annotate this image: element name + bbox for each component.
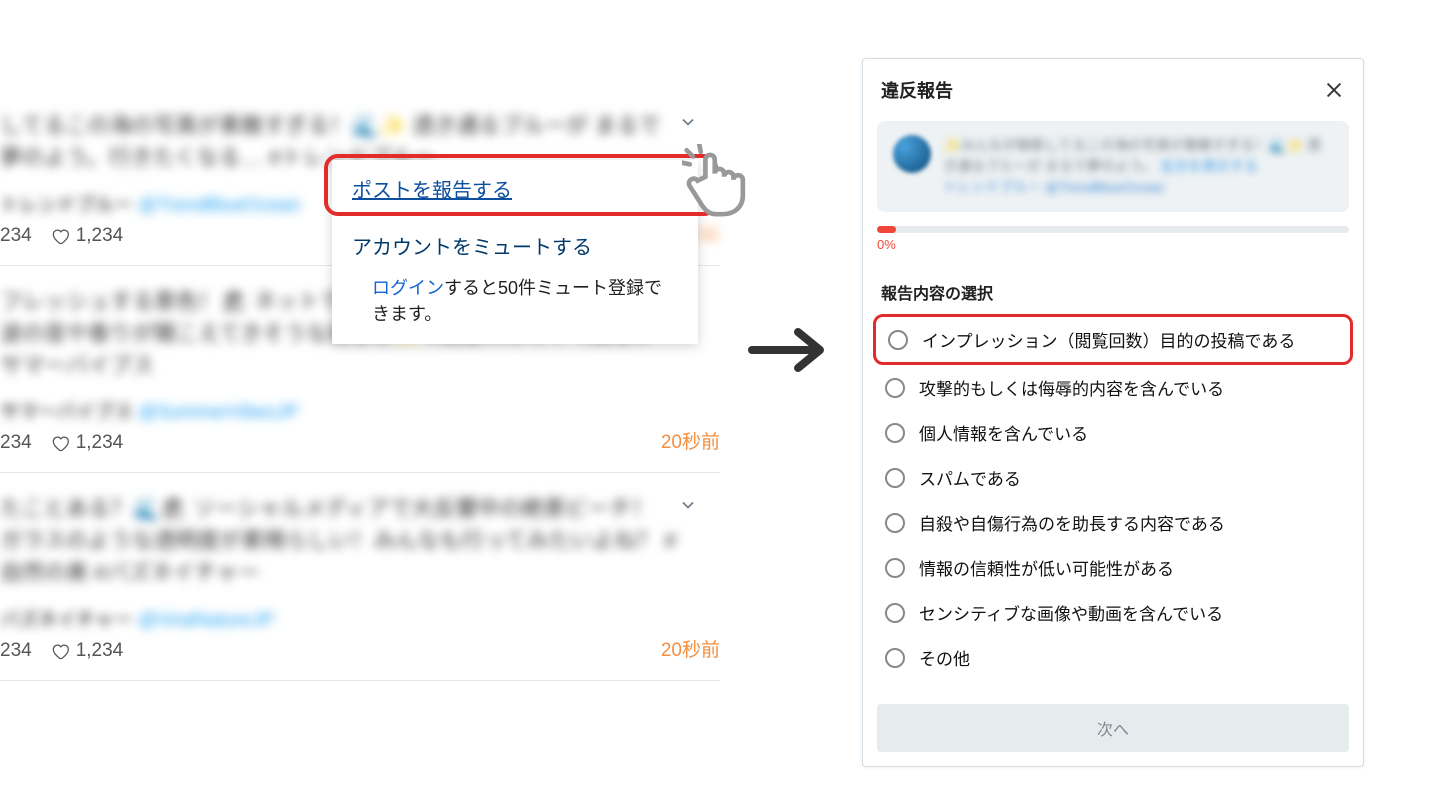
option-label: 自殺や自傷行為のを助長する内容である xyxy=(919,510,1225,535)
radio-icon xyxy=(885,513,905,533)
progress-fill xyxy=(877,226,896,233)
report-post-preview: ✨みんなが検索してるこの海の写真が素敵すぎる！🌊✨ 透き通るブルーが まるで夢の… xyxy=(877,121,1349,212)
post-user: サマーバイブス @SummerVibesJP xyxy=(0,397,720,424)
post-handle[interactable]: @ViralNatureJP xyxy=(138,610,274,631)
preview-expand-link[interactable]: 全文を表示する xyxy=(1160,158,1258,174)
report-options: インプレッション（閲覧回数）目的の投稿である 攻撃的もしくは侮辱的内容を含んでい… xyxy=(863,310,1363,698)
option-self-harm[interactable]: 自殺や自傷行為のを助長する内容である xyxy=(873,500,1353,545)
like-count: 1,234 xyxy=(76,640,124,662)
next-button[interactable]: 次へ xyxy=(877,704,1349,752)
post-counts: 234 1,234 xyxy=(0,432,720,454)
option-label: その他 xyxy=(919,645,970,670)
preview-text: ✨みんなが検索してるこの海の写真が素敵すぎる！🌊✨ 透き通るブルーが まるで夢の… xyxy=(943,135,1333,198)
option-offensive[interactable]: 攻撃的もしくは侮辱的内容を含んでいる xyxy=(873,365,1353,410)
like-button[interactable]: 1,234 xyxy=(50,432,124,454)
post-count-1: 234 xyxy=(0,225,32,247)
radio-icon xyxy=(885,603,905,623)
post-counts: 234 1,234 xyxy=(0,640,720,662)
post-handle[interactable]: @TrendBlueOcean xyxy=(138,195,300,216)
option-impression-farming[interactable]: インプレッション（閲覧回数）目的の投稿である xyxy=(873,314,1353,365)
option-other[interactable]: その他 xyxy=(873,635,1353,680)
hand-pointer-icon xyxy=(682,144,760,222)
post-username: サマーバイブス xyxy=(0,402,133,423)
post-username: バズネイチャー xyxy=(0,610,133,631)
heart-icon xyxy=(50,433,70,453)
option-label: センシティブな画像や動画を含んでいる xyxy=(919,600,1223,625)
heart-icon xyxy=(50,226,70,246)
menu-item-report-post[interactable]: ポストを報告する xyxy=(332,160,698,217)
preview-handle: @TrendBlueOcean xyxy=(1045,179,1165,195)
report-modal: 違反報告 ✨みんなが検索してるこの海の写真が素敵すぎる！🌊✨ 透き通るブルーが … xyxy=(862,58,1364,767)
post-user: バズネイチャー @ViralNatureJP xyxy=(0,605,720,632)
option-label: スパムである xyxy=(919,465,1021,490)
like-count: 1,234 xyxy=(76,432,124,454)
radio-icon xyxy=(885,558,905,578)
heart-icon xyxy=(50,641,70,661)
post-count-1: 234 xyxy=(0,432,32,454)
preview-username: トレンドブルー xyxy=(943,179,1045,195)
radio-icon xyxy=(885,423,905,443)
post-action-menu: ポストを報告する アカウントをミュートする ログインすると50件ミュート登録でき… xyxy=(332,160,698,344)
modal-header: 違反報告 xyxy=(863,59,1363,113)
progress-bar xyxy=(877,226,1349,233)
menu-login-hint: ログインすると50件ミュート登録できます。 xyxy=(332,274,698,344)
close-icon xyxy=(1323,79,1345,101)
menu-item-mute-account[interactable]: アカウントをミュートする xyxy=(332,217,698,274)
radio-icon xyxy=(885,378,905,398)
avatar xyxy=(893,135,931,173)
preview-body: ✨みんなが検索してるこの海の写真が素敵すぎる！🌊✨ 透き通るブルーが まるで夢の… xyxy=(943,137,1321,174)
arrow-right-icon xyxy=(748,326,828,374)
post-username: トレンドブルー xyxy=(0,195,133,216)
progress: 0% xyxy=(863,212,1363,256)
option-unreliable[interactable]: 情報の信頼性が低い可能性がある xyxy=(873,545,1353,590)
modal-title: 違反報告 xyxy=(881,77,953,103)
radio-icon xyxy=(885,468,905,488)
option-label: インプレッション（閲覧回数）目的の投稿である xyxy=(922,327,1295,352)
post-count-1: 234 xyxy=(0,640,32,662)
login-link[interactable]: ログイン xyxy=(372,278,444,298)
option-label: 情報の信頼性が低い可能性がある xyxy=(919,555,1174,580)
section-label: 報告内容の選択 xyxy=(863,256,1363,310)
like-button[interactable]: 1,234 xyxy=(50,225,124,247)
post-time: 20秒前 xyxy=(661,635,720,662)
option-spam[interactable]: スパムである xyxy=(873,455,1353,500)
post-text: たことある？🌊🏖 ソーシャルメディアで大反響中の絶景ビーチ！ ガラスのような透明… xyxy=(0,493,720,589)
like-button[interactable]: 1,234 xyxy=(50,640,124,662)
close-button[interactable] xyxy=(1323,79,1345,101)
progress-label: 0% xyxy=(877,237,1349,252)
radio-icon xyxy=(885,648,905,668)
option-personal-info[interactable]: 個人情報を含んでいる xyxy=(873,410,1353,455)
option-label: 攻撃的もしくは侮辱的内容を含んでいる xyxy=(919,375,1224,400)
radio-icon xyxy=(888,330,908,350)
post: たことある？🌊🏖 ソーシャルメディアで大反響中の絶景ビーチ！ ガラスのような透明… xyxy=(0,473,720,681)
like-count: 1,234 xyxy=(76,225,124,247)
option-sensitive-media[interactable]: センシティブな画像や動画を含んでいる xyxy=(873,590,1353,635)
option-label: 個人情報を含んでいる xyxy=(919,420,1088,445)
post-handle[interactable]: @SummerVibesJP xyxy=(138,402,298,423)
post-time: 20秒前 xyxy=(661,427,720,454)
